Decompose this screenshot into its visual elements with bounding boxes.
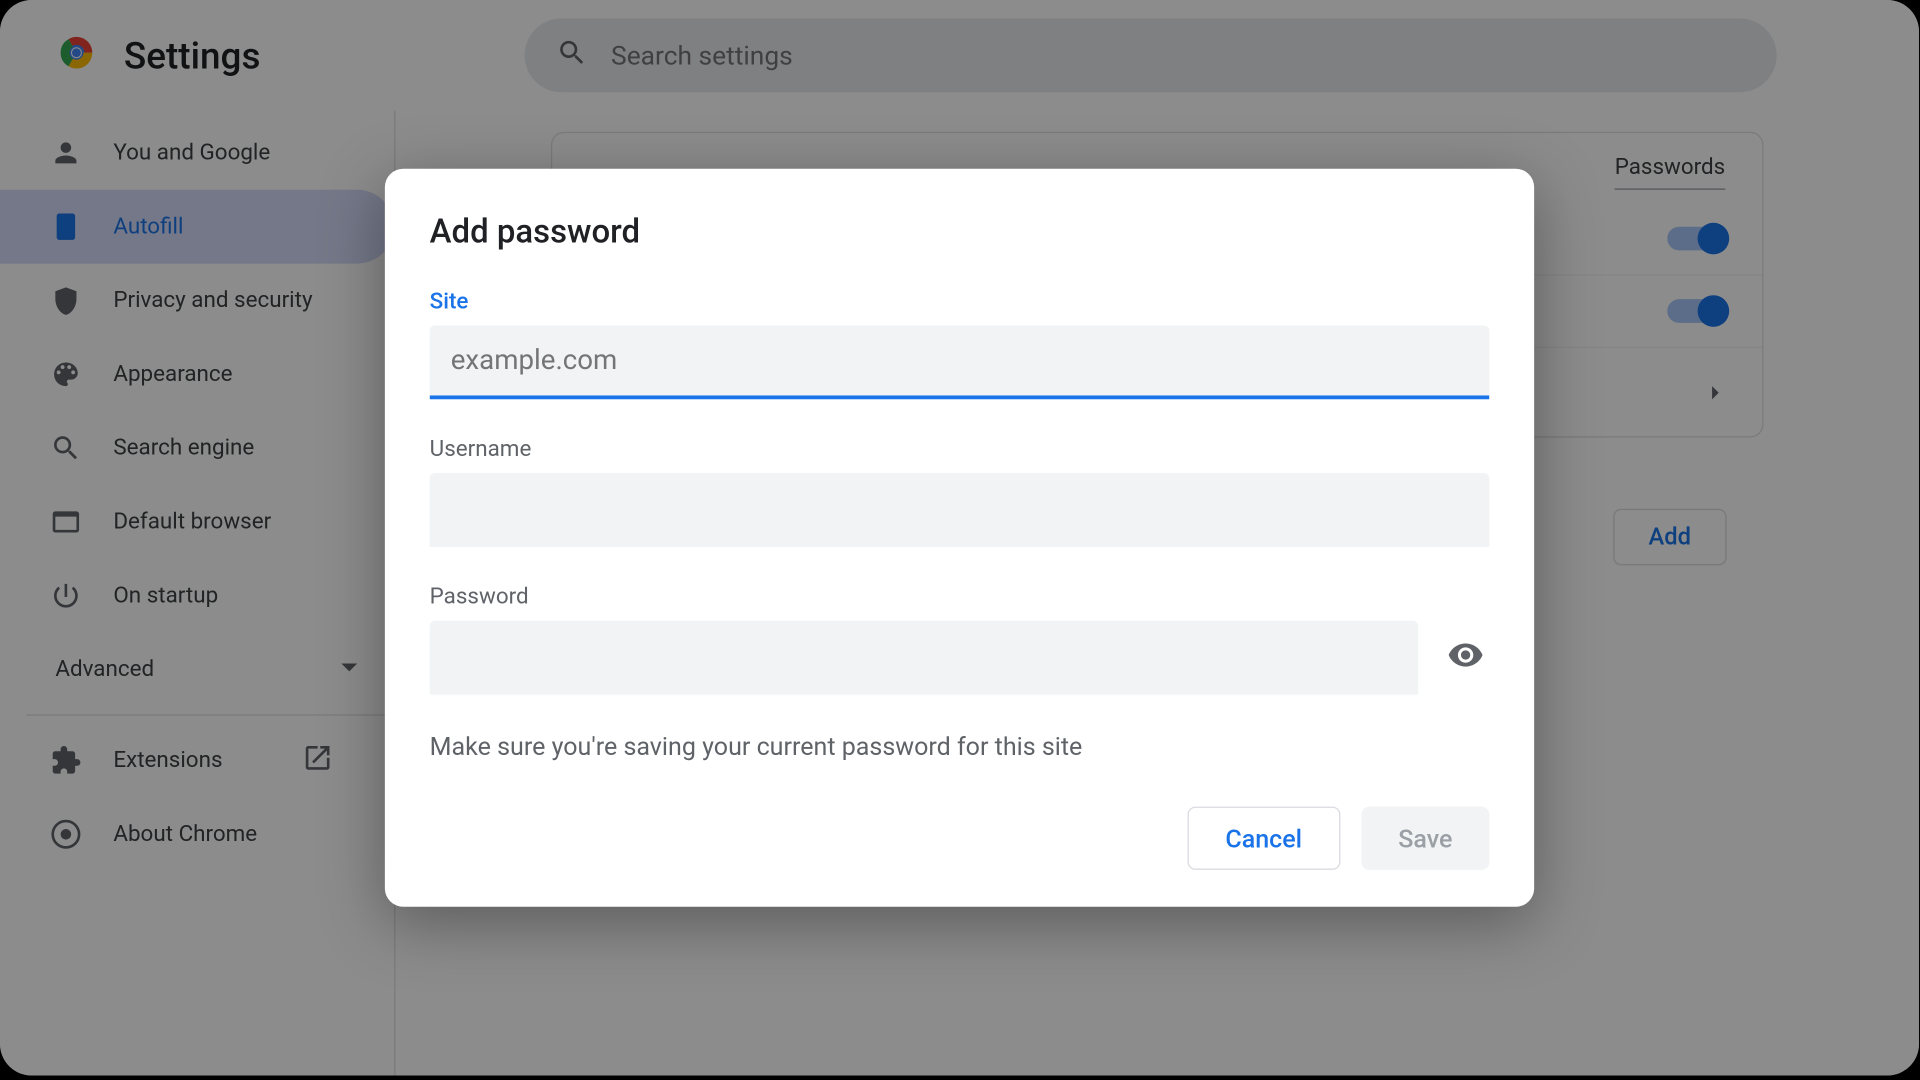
password-label: Password — [430, 584, 1490, 610]
site-input[interactable] — [430, 326, 1490, 400]
username-label: Username — [430, 436, 1490, 462]
cancel-button[interactable]: Cancel — [1187, 807, 1340, 870]
save-button[interactable]: Save — [1361, 807, 1489, 870]
site-label: Site — [430, 289, 1490, 315]
modal-backdrop: Add password Site Username Password Make… — [0, 0, 1919, 1075]
password-input[interactable] — [430, 621, 1419, 695]
username-input[interactable] — [430, 473, 1490, 547]
add-password-dialog: Add password Site Username Password Make… — [385, 169, 1534, 907]
dialog-title: Add password — [430, 214, 1490, 252]
eye-icon — [1447, 637, 1484, 679]
dialog-hint: Make sure you're saving your current pas… — [430, 731, 1490, 761]
show-password-button[interactable] — [1442, 634, 1489, 681]
